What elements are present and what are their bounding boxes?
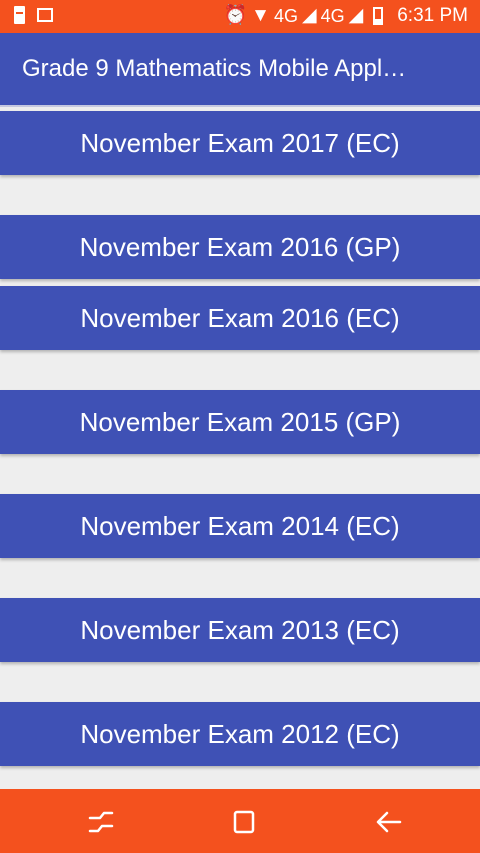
signal-icon: ◢ (301, 5, 317, 26)
recent-apps-icon[interactable] (86, 807, 116, 837)
status-time: 6:31 PM (397, 5, 468, 26)
home-icon[interactable] (229, 807, 259, 837)
exam-button-2016-gp[interactable]: November Exam 2016 (GP) (0, 215, 480, 279)
network-type-2: 4G (320, 5, 345, 26)
image-icon (37, 8, 53, 22)
exam-button-2014-ec[interactable]: November Exam 2014 (EC) (0, 494, 480, 558)
wifi-icon: ▼ (251, 5, 270, 26)
navigation-bar (0, 789, 480, 853)
status-left-icons (14, 6, 53, 24)
network-type-1: 4G (273, 5, 298, 26)
exam-button-2015-gp[interactable]: November Exam 2015 (GP) (0, 390, 480, 454)
alarm-icon: ⏰ (223, 5, 248, 26)
status-right-icons: ⏰ ▼ 4G ◢ 4G ◢ 6:31 PM (223, 5, 468, 27)
app-title: Grade 9 Mathematics Mobile Appl… (22, 55, 407, 82)
battery-icon (373, 7, 384, 25)
exam-button-2016-ec[interactable]: November Exam 2016 (EC) (0, 286, 480, 350)
exam-button-2013-ec[interactable]: November Exam 2013 (EC) (0, 598, 480, 662)
status-bar: ⏰ ▼ 4G ◢ 4G ◢ 6:31 PM (0, 0, 480, 33)
battery-saver-icon (14, 6, 25, 24)
exam-button-2017-ec[interactable]: November Exam 2017 (EC) (0, 111, 480, 175)
app-bar: Grade 9 Mathematics Mobile Appl… (0, 33, 480, 107)
back-icon[interactable] (374, 807, 404, 837)
exam-button-2012-ec[interactable]: November Exam 2012 (EC) (0, 702, 480, 766)
signal-icon: ◢ (348, 5, 364, 26)
